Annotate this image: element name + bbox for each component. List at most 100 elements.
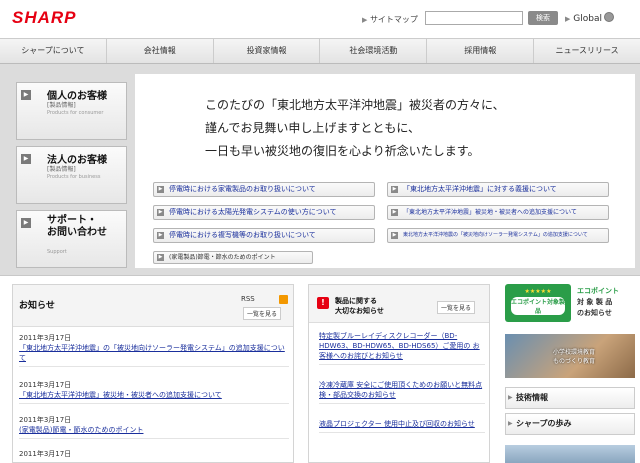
product-notice-link[interactable]: 冷凍冷蔵庫 安全にご使用頂くためのお願いと無料点検・部品交換のお知らせ — [319, 380, 485, 404]
product-list-button[interactable]: 一覧を見る — [437, 301, 476, 314]
eco-point-text: エコポイント 対 象 製 品 のお知らせ — [577, 286, 619, 319]
global-label: Global — [573, 14, 602, 24]
news-title: お知らせ — [19, 301, 55, 311]
product-notice-title: 製品に関する 大切なお知らせ — [335, 297, 384, 315]
link-label: 「東北地方太平洋沖地震」被災地・被災者への追加支援について — [403, 209, 577, 216]
hero-area: ▶ 個人のお客様 [製品情報] Products for consumer ▶ … — [0, 64, 640, 276]
header: SHARP ▶ サイトマップ 検索 ▶ Global — [0, 0, 640, 38]
sitemap-link[interactable]: ▶ サイトマップ — [362, 14, 418, 25]
news-item: 2011年3月17日 「東北地方太平洋沖地震」の「被災地向けソーラー発電システム… — [19, 333, 289, 367]
banner-line: ものづくり教育 — [553, 358, 596, 365]
support-en: Support — [47, 249, 67, 255]
nav-about[interactable]: シャープについて — [0, 39, 107, 63]
link-label: 停電時における太陽光発電システムの使い方について — [169, 208, 337, 216]
link-power-saving[interactable]: ▶ (家電製品)節電・節水のためのポイント — [153, 251, 313, 264]
landscape-image — [505, 445, 635, 463]
arrow-icon: ▶ — [157, 186, 164, 193]
tech-info-label: 技術情報 — [516, 393, 548, 402]
support-button[interactable]: ▶ サポート・ お問い合わせ Support — [16, 210, 127, 268]
business-en: Products for business — [47, 174, 101, 180]
eco-line: 対 象 製 品 — [577, 298, 613, 306]
arrow-icon: ▶ — [157, 232, 164, 239]
news-date: 2011年3月17日 — [19, 334, 72, 342]
business-sub: [製品情報] — [47, 166, 76, 173]
link-power-outage-copier[interactable]: ▶ 停電時における複写機等のお取り扱いについて — [153, 228, 375, 243]
global-link[interactable]: ▶ Global — [565, 12, 614, 24]
nav-news-release[interactable]: ニュースリリース — [534, 39, 640, 63]
arrow-icon: ▶ — [391, 209, 398, 216]
product-notice-section: ! 製品に関する 大切なお知らせ 一覧を見る 特定製ブルーレイディスクレコーダー… — [308, 284, 490, 463]
message-line: 一日も早い被災地の復旧を心より祈念いたします。 — [205, 144, 480, 158]
nav-investors[interactable]: 投資家情報 — [214, 39, 321, 63]
product-notice-link[interactable]: 液晶プロジェクター 使用中止及び回収のお知らせ — [319, 419, 485, 433]
message-line: このたびの「東北地方太平洋沖地震」被災者の方々に、 — [205, 98, 505, 112]
link-label: (家電製品)節電・節水のためのポイント — [169, 254, 276, 261]
globe-icon — [603, 12, 614, 22]
eco-point-banner[interactable]: ★★★★★ エコポイント対象製品 エコポイント 対 象 製 品 のお知らせ — [505, 284, 635, 324]
condolence-message: このたびの「東北地方太平洋沖地震」被災者の方々に、 謹んでお見舞い申し上げますと… — [205, 94, 505, 163]
eco-line: エコポイント — [577, 287, 619, 295]
consumer-en: Products for consumer — [47, 110, 104, 116]
arrow-icon: ▶ — [157, 254, 164, 261]
triangle-icon: ▶ — [565, 15, 571, 23]
news-section: お知らせ RSS 一覧を見る 2011年3月17日 「東北地方太平洋沖地震」の「… — [12, 284, 294, 463]
news-date: 2011年3月17日 — [19, 416, 72, 424]
nav-csr[interactable]: 社会環境活動 — [320, 39, 428, 63]
link-donation[interactable]: ▶ 「東北地方太平洋沖地震」に対する義援について — [387, 182, 609, 197]
arrow-icon: ▶ — [21, 154, 31, 164]
global-nav: シャープについて 会社情報 投資家情報 社会環境活動 採用情報 ニュースリリース — [0, 38, 640, 64]
warning-icon: ! — [317, 297, 329, 309]
rss-link[interactable]: RSS — [241, 295, 255, 303]
arrow-icon: ▶ — [391, 186, 398, 193]
link-label: 東北地方太平洋沖地震の「被災地向けソーラー発電システム」の追加支援について — [403, 232, 588, 238]
search-input[interactable] — [425, 11, 523, 25]
news-item: 2011年3月17日 「東北地方太平洋沖地震」被災地・被災者への追加支援について — [19, 380, 289, 404]
sharp-logo[interactable]: SHARP — [12, 8, 77, 28]
triangle-icon: ▶ — [508, 420, 513, 427]
news-item: 2011年3月17日 — [19, 449, 289, 462]
sitemap-label: サイトマップ — [369, 15, 418, 24]
link-label: 「東北地方太平洋沖地震」に対する義援について — [403, 185, 557, 193]
eco-line: のお知らせ — [577, 309, 612, 317]
arrow-icon: ▶ — [21, 218, 31, 228]
support-title: サポート・ お問い合わせ — [47, 215, 107, 238]
message-panel: このたびの「東北地方太平洋沖地震」被災者の方々に、 謹んでお見舞い申し上げますと… — [135, 74, 635, 268]
link-label: 停電時における複写機等のお取り扱いについて — [169, 231, 316, 239]
arrow-icon: ▶ — [391, 232, 398, 239]
news-link[interactable]: 「東北地方太平洋沖地震」の「被災地向けソーラー発電システム」の追加支援について — [19, 344, 285, 362]
news-link[interactable]: 「東北地方太平洋沖地震」被災地・被災者への追加支援について — [19, 391, 222, 399]
tech-info-link[interactable]: ▶ 技術情報 — [505, 387, 635, 409]
link-power-outage-appliances[interactable]: ▶ 停電時における家電製品のお取り扱いについて — [153, 182, 375, 197]
eco-point-badge: ★★★★★ エコポイント対象製品 — [505, 284, 571, 322]
consumer-sub: [製品情報] — [47, 102, 76, 109]
news-list-button[interactable]: 一覧を見る — [243, 307, 282, 320]
search-button[interactable]: 検索 — [528, 11, 558, 25]
arrow-icon: ▶ — [21, 90, 31, 100]
news-date: 2011年3月17日 — [19, 381, 72, 389]
history-label: シャープの歩み — [516, 419, 572, 428]
arrow-icon: ▶ — [157, 209, 164, 216]
eco-badge-label: エコポイント対象製品 — [511, 297, 566, 315]
link-label: 停電時における家電製品のお取り扱いについて — [169, 185, 316, 193]
link-solar-support[interactable]: ▶ 東北地方太平洋沖地震の「被災地向けソーラー発電システム」の追加支援について — [387, 228, 609, 243]
stars-icon: ★★★★★ — [524, 288, 552, 295]
education-banner-text: 小学校環境教育 ものづくり教育 — [553, 348, 595, 366]
news-item: 2011年3月17日 (家電製品)節電・節水のためのポイント — [19, 415, 289, 439]
rss-icon[interactable] — [279, 295, 288, 304]
link-additional-support[interactable]: ▶ 「東北地方太平洋沖地震」被災地・被災者への追加支援について — [387, 205, 609, 220]
page: SHARP ▶ サイトマップ 検索 ▶ Global シャープについて 会社情報… — [0, 0, 640, 463]
history-link[interactable]: ▶ シャープの歩み — [505, 413, 635, 435]
education-banner[interactable]: 小学校環境教育 ものづくり教育 — [505, 334, 635, 378]
news-link[interactable]: (家電製品)節電・節水のためのポイント — [19, 426, 143, 434]
banner-line: 小学校環境教育 — [553, 349, 596, 356]
consumer-products-button[interactable]: ▶ 個人のお客様 [製品情報] Products for consumer — [16, 82, 127, 140]
link-power-outage-solar[interactable]: ▶ 停電時における太陽光発電システムの使い方について — [153, 205, 375, 220]
product-notice-header: ! 製品に関する 大切なお知らせ 一覧を見る — [309, 285, 489, 323]
business-products-button[interactable]: ▶ 法人のお客様 [製品情報] Products for business — [16, 146, 127, 204]
nav-company[interactable]: 会社情報 — [107, 39, 214, 63]
nav-careers[interactable]: 採用情報 — [427, 39, 535, 63]
news-date: 2011年3月17日 — [19, 450, 72, 458]
triangle-icon: ▶ — [362, 16, 368, 24]
message-line: 謹んでお見舞い申し上げますとともに、 — [205, 121, 421, 135]
product-notice-link[interactable]: 特定製ブルーレイディスクレコーダー（BD-HDW63、BD-HDW65、BD-H… — [319, 331, 485, 365]
